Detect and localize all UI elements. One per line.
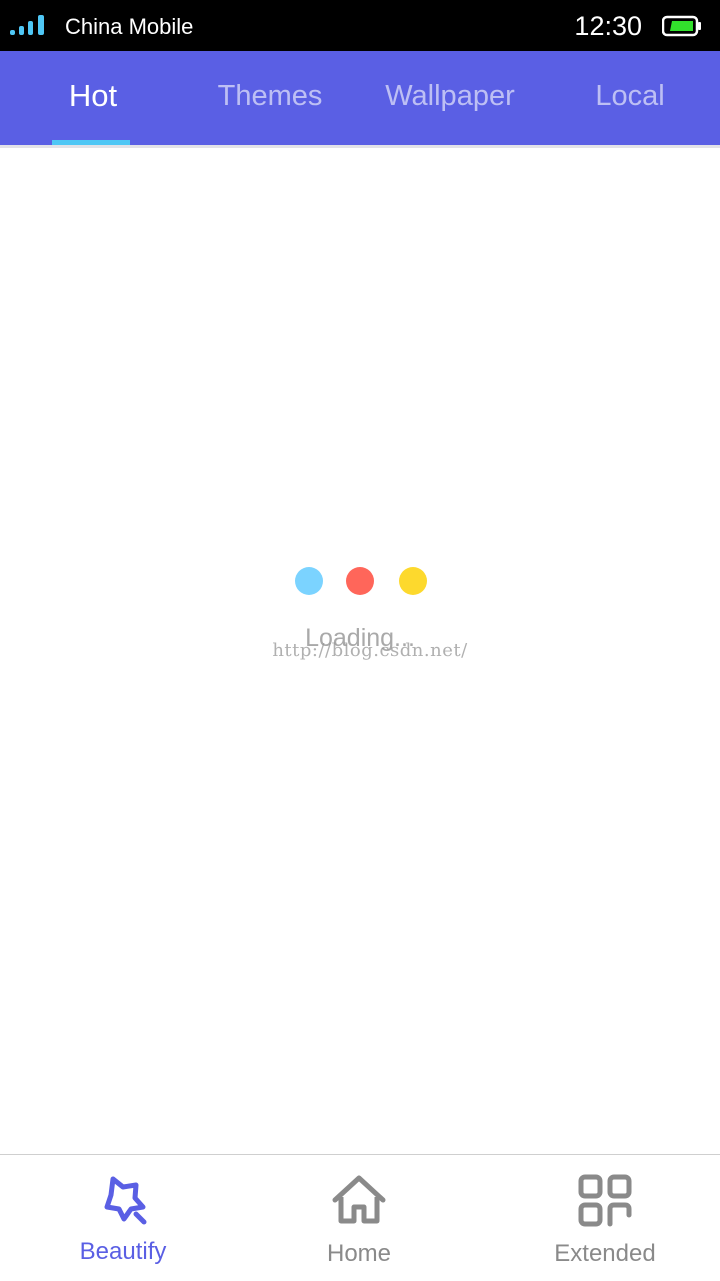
star-magic-icon bbox=[104, 1176, 147, 1225]
nav-label-home: Home bbox=[326, 1240, 392, 1267]
loading-dot-red bbox=[346, 567, 374, 595]
grid-icon bbox=[578, 1174, 632, 1227]
home-icon bbox=[332, 1175, 386, 1224]
tab-themes[interactable]: Themes bbox=[180, 51, 360, 145]
battery-icon bbox=[662, 15, 701, 37]
carrier-name: China Mobile bbox=[65, 14, 194, 39]
nav-label-extended: Extended bbox=[554, 1240, 656, 1267]
tab-local[interactable]: Local bbox=[540, 51, 720, 145]
nav-item-home[interactable]: Home bbox=[239, 1155, 479, 1281]
loading-dot-blue bbox=[295, 567, 323, 595]
nav-item-extended[interactable]: Extended bbox=[485, 1155, 720, 1281]
nav-item-beautify[interactable]: Beautify bbox=[3, 1155, 243, 1281]
tab-bar: Hot Themes Wallpaper Local bbox=[0, 51, 720, 145]
nav-label-beautify: Beautify bbox=[79, 1238, 167, 1265]
tab-wallpaper[interactable]: Wallpaper bbox=[360, 51, 540, 145]
tab-hot[interactable]: Hot bbox=[3, 51, 183, 145]
status-bar: China Mobile 12:30 bbox=[0, 0, 720, 51]
bottom-nav: Beautify Home Extended bbox=[0, 1154, 720, 1281]
signal-bars-icon bbox=[10, 15, 44, 35]
watermark-text: http://blog.csdn.net/ bbox=[272, 640, 468, 661]
loading-dot-yellow bbox=[399, 567, 427, 595]
tab-bar-shadow bbox=[0, 145, 720, 148]
status-clock: 12:30 bbox=[574, 11, 642, 41]
